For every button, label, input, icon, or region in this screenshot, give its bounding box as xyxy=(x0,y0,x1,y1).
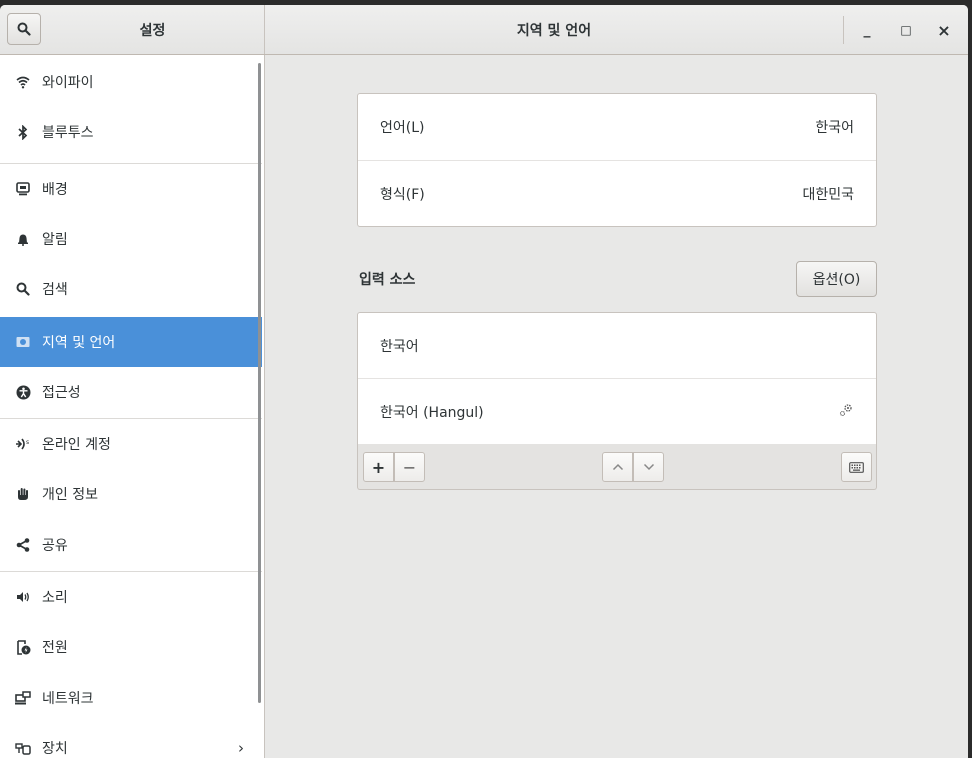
input-source-row[interactable]: 한국어 xyxy=(358,313,876,378)
online-accounts-icon: s xyxy=(15,436,31,452)
header-bar: 설정 지역 및 언어 _ □ × xyxy=(0,5,968,55)
options-button[interactable]: 옵션(O) xyxy=(796,261,877,297)
sidebar-item-region-language[interactable]: 지역 및 언어 xyxy=(0,317,262,367)
sidebar-item-accessibility[interactable]: 접근성 xyxy=(0,367,262,417)
maximize-icon: □ xyxy=(900,23,912,37)
search-icon xyxy=(17,22,31,36)
input-source-row[interactable]: 한국어 (Hangul) xyxy=(358,378,876,444)
sidebar-item-label: 블루투스 xyxy=(42,125,94,141)
formats-label: 형식(F) xyxy=(380,186,425,203)
region-icon xyxy=(15,334,31,350)
language-value: 한국어 xyxy=(815,120,854,136)
sidebar-item-notifications[interactable]: 알림 xyxy=(0,214,262,264)
sidebar-item-label: 지역 및 언어 xyxy=(42,335,116,351)
maximize-button[interactable]: □ xyxy=(892,16,920,44)
sidebar-scrollbar[interactable] xyxy=(258,63,261,703)
move-up-button[interactable] xyxy=(602,452,633,482)
sidebar-item-bluetooth[interactable]: 블루투스 xyxy=(0,107,262,157)
sidebar: 와이파이 블루투스 배경 알림 검색 지역 및 언어 접근성 s 온라인 계정 … xyxy=(0,55,265,758)
sidebar-item-label: 소리 xyxy=(42,590,68,606)
sidebar-item-label: 알림 xyxy=(42,232,68,248)
input-source-label: 한국어 (Hangul) xyxy=(380,404,484,421)
share-icon xyxy=(15,537,31,553)
bluetooth-icon xyxy=(15,124,31,140)
wifi-icon xyxy=(15,74,31,90)
sidebar-item-label: 전원 xyxy=(42,640,68,656)
minimize-button[interactable]: _ xyxy=(853,16,881,44)
devices-icon xyxy=(15,740,31,756)
header-separator xyxy=(843,16,844,44)
sidebar-item-label: 장치 xyxy=(42,741,68,757)
sidebar-item-sharing[interactable]: 공유 xyxy=(0,520,262,570)
sidebar-item-label: 개인 정보 xyxy=(42,487,98,503)
sidebar-item-search[interactable]: 검색 xyxy=(0,264,262,314)
sidebar-item-label: 검색 xyxy=(42,282,68,298)
language-label: 언어(L) xyxy=(380,120,425,136)
page-title: 지역 및 언어 xyxy=(516,22,592,39)
accessibility-icon xyxy=(15,384,31,400)
bell-icon xyxy=(15,231,31,247)
minimize-icon: _ xyxy=(863,22,871,38)
input-sources-heading: 입력 소스 xyxy=(359,272,416,288)
network-icon xyxy=(15,690,31,706)
power-icon xyxy=(15,639,31,655)
language-row[interactable]: 언어(L) 한국어 xyxy=(358,94,876,160)
sidebar-item-online-accounts[interactable]: s 온라인 계정 xyxy=(0,419,262,469)
sidebar-item-label: 네트워크 xyxy=(42,691,94,707)
sidebar-title: 설정 xyxy=(139,22,166,39)
input-sources-list: 한국어 한국어 (Hangul) xyxy=(357,312,877,445)
move-down-button[interactable] xyxy=(633,452,664,482)
privacy-hand-icon xyxy=(15,486,31,502)
close-button[interactable]: × xyxy=(930,16,958,44)
search-button[interactable] xyxy=(7,13,41,45)
sidebar-item-label: 와이파이 xyxy=(42,75,94,91)
chevron-up-icon xyxy=(612,463,623,471)
chevron-down-icon xyxy=(643,463,654,471)
search-icon xyxy=(15,281,31,297)
language-format-panel: 언어(L) 한국어 형식(F) 대한민국 xyxy=(357,93,877,227)
settings-window: 설정 지역 및 언어 _ □ × 와이파이 블루투스 배경 알림 검색 지역 및… xyxy=(0,5,968,758)
sidebar-item-background[interactable]: 배경 xyxy=(0,164,262,214)
speaker-icon xyxy=(15,589,31,605)
sidebar-item-network[interactable]: 네트워크 xyxy=(0,673,262,723)
input-source-label: 한국어 xyxy=(380,338,419,355)
sidebar-header: 설정 xyxy=(0,5,265,54)
close-icon: × xyxy=(937,20,951,40)
input-sources-toolbar: + − xyxy=(357,444,877,490)
svg-text:s: s xyxy=(26,439,29,446)
gears-icon[interactable] xyxy=(838,402,854,422)
sidebar-item-devices[interactable]: 장치 › xyxy=(0,723,262,758)
remove-input-source-button[interactable]: − xyxy=(394,452,425,482)
sidebar-item-label: 배경 xyxy=(42,182,68,198)
sidebar-item-label: 온라인 계정 xyxy=(42,437,111,453)
formats-value: 대한민국 xyxy=(802,186,854,203)
sidebar-item-power[interactable]: 전원 xyxy=(0,622,262,672)
keyboard-layout-button[interactable] xyxy=(841,452,872,482)
add-input-source-button[interactable]: + xyxy=(363,452,394,482)
sidebar-item-label: 접근성 xyxy=(42,385,81,401)
keyboard-icon xyxy=(849,461,864,473)
sidebar-item-privacy[interactable]: 개인 정보 xyxy=(0,469,262,519)
sidebar-item-label: 공유 xyxy=(42,538,68,554)
formats-row[interactable]: 형식(F) 대한민국 xyxy=(358,160,876,226)
sidebar-item-sound[interactable]: 소리 xyxy=(0,572,262,622)
background-icon xyxy=(15,181,31,197)
sidebar-item-wifi[interactable]: 와이파이 xyxy=(0,57,262,107)
chevron-right-icon: › xyxy=(238,739,244,757)
